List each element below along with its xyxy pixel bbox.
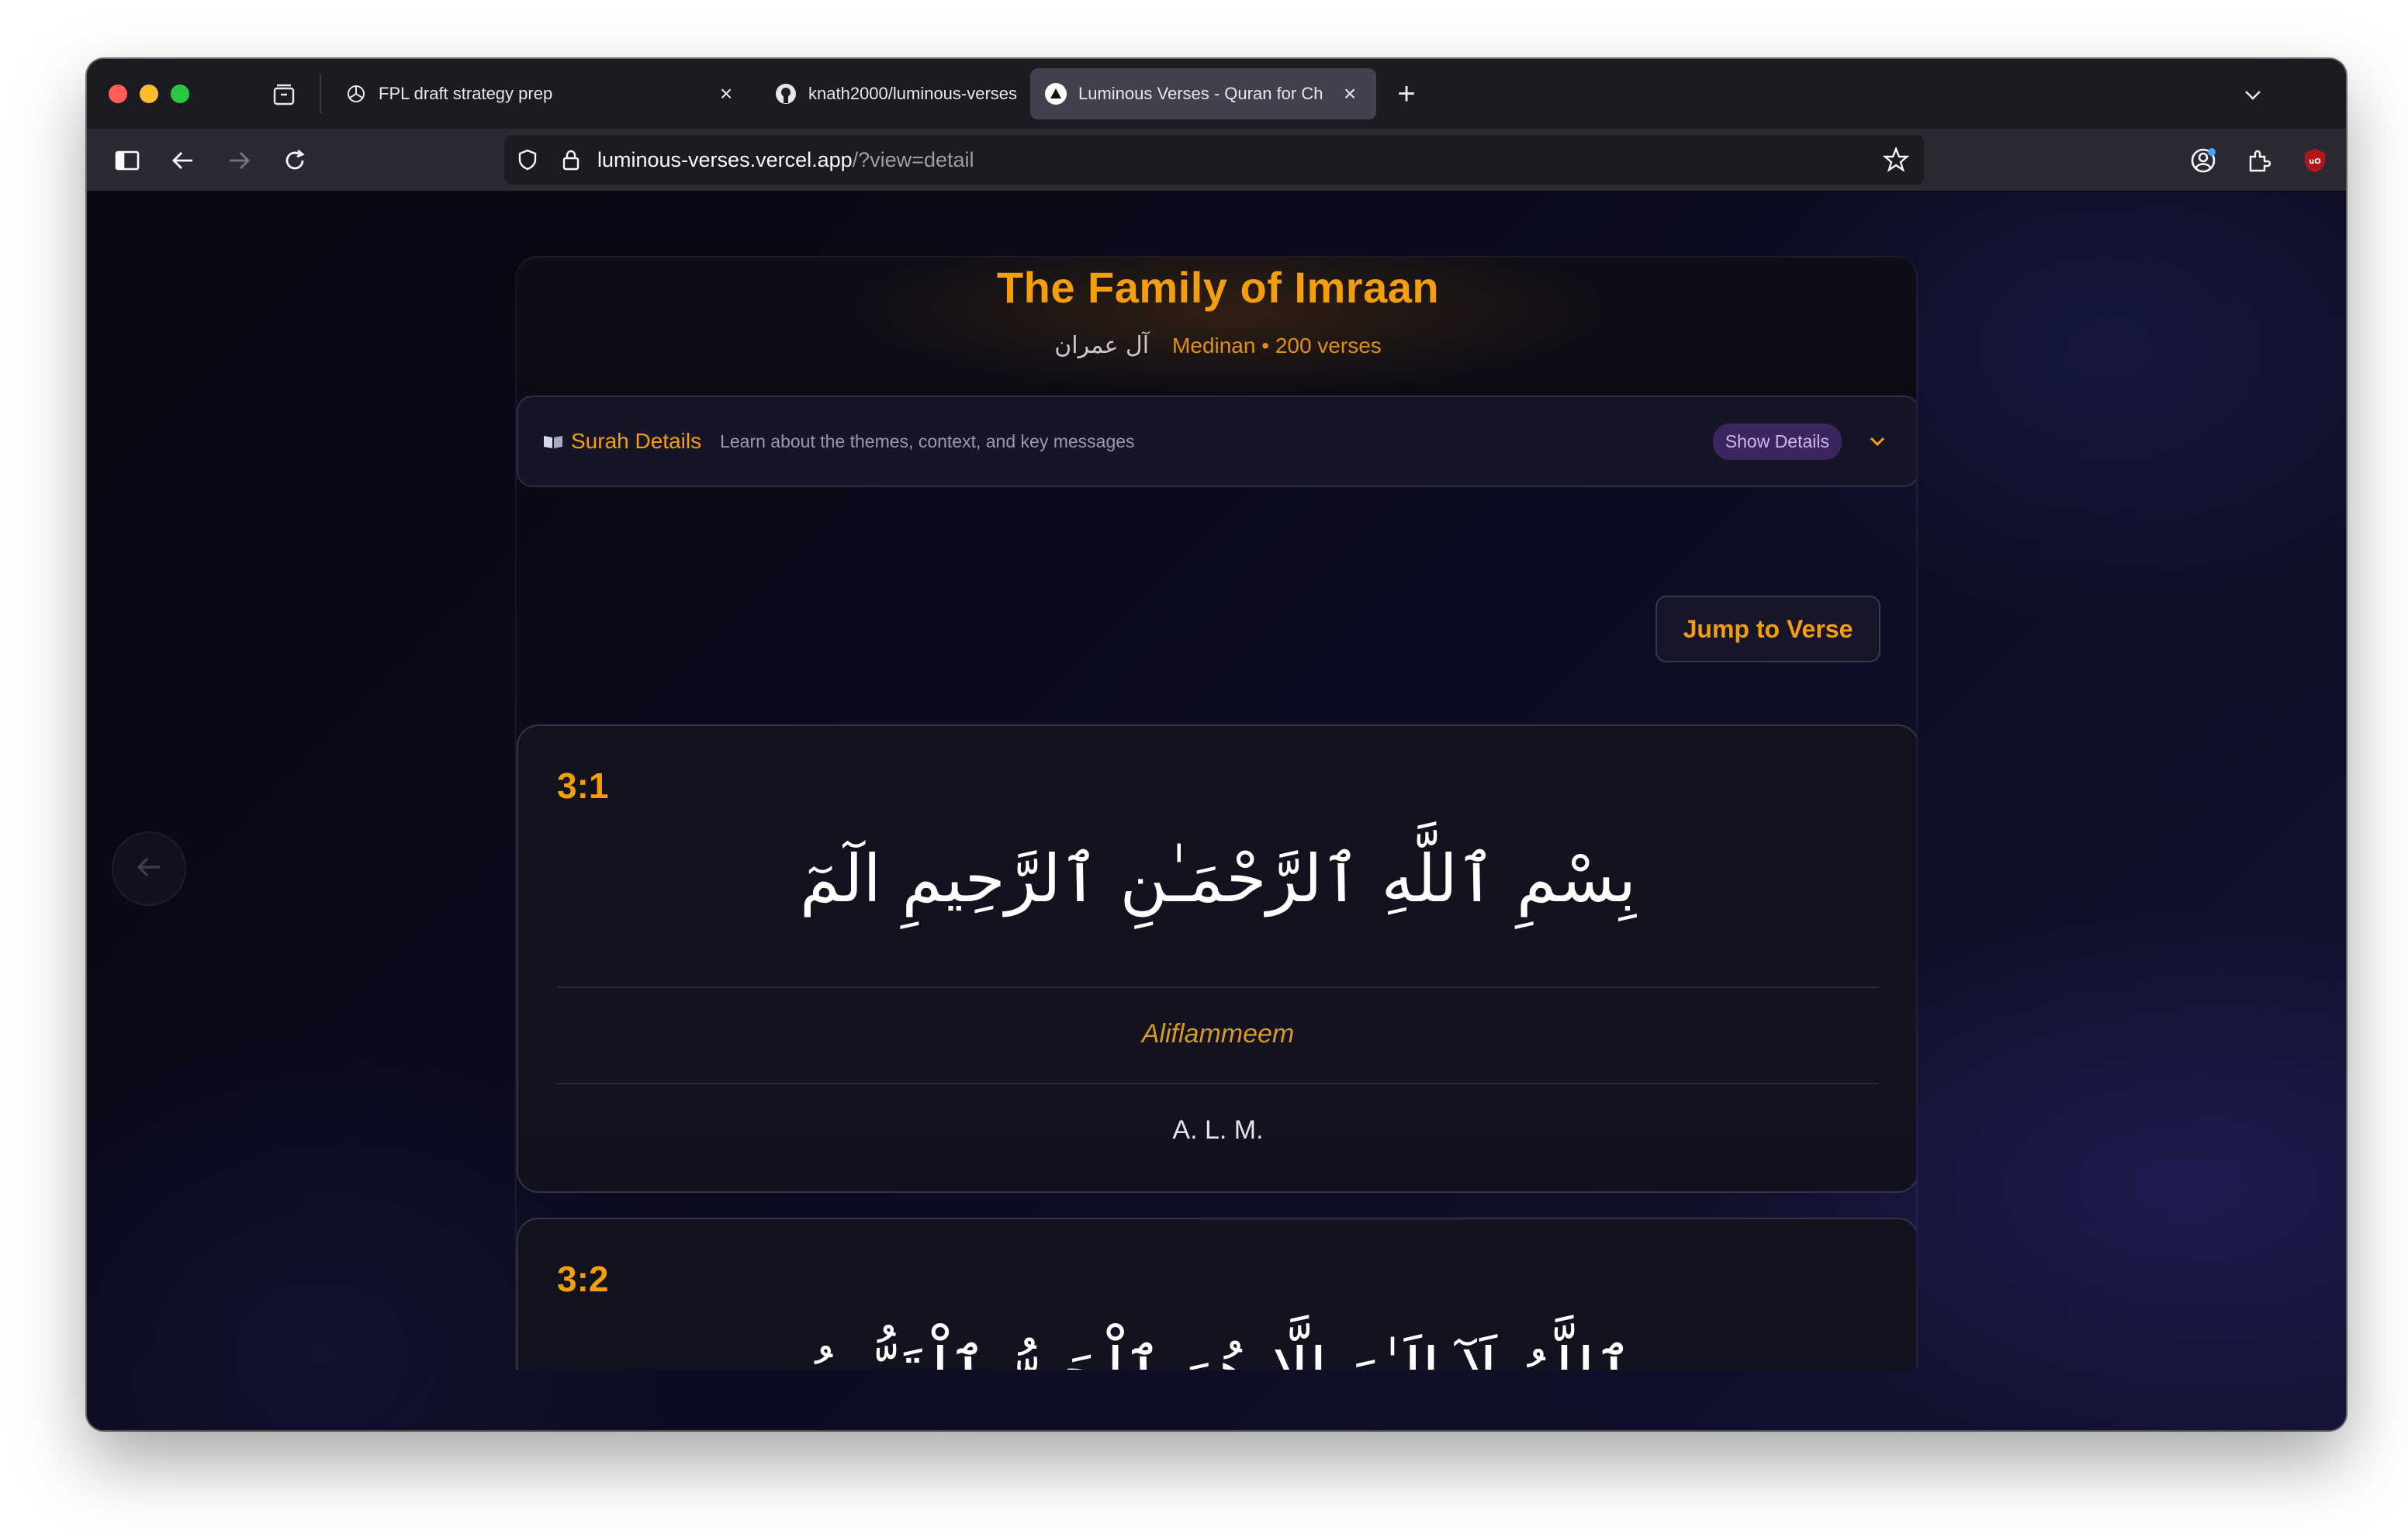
new-tab-button[interactable]: + [1389, 76, 1424, 112]
tab-title: knath2000/luminous-verses [808, 84, 1018, 103]
lock-icon[interactable] [555, 144, 586, 175]
verse-number: 3:2 [557, 1259, 609, 1299]
surah-title: The Family of Imraan [996, 263, 1440, 312]
tab-fpl[interactable]: FPL draft strategy prep × [329, 68, 752, 119]
reload-icon[interactable] [276, 142, 313, 179]
surah-arabic-name: آل عمران [1054, 332, 1150, 359]
forward-arrow-icon[interactable] [220, 142, 258, 179]
tab-overview-icon[interactable] [268, 79, 299, 110]
divider [557, 987, 1879, 988]
show-details-button[interactable]: Show Details [1712, 423, 1842, 460]
verse-number: 3:1 [557, 766, 609, 806]
bookmark-star-icon[interactable] [1880, 144, 1912, 175]
previous-surah-button[interactable] [112, 831, 186, 906]
shield-icon[interactable] [512, 144, 543, 175]
tab-title: Luminous Verses - Quran for Ch [1078, 84, 1323, 103]
surah-detail-column: The Family of Imraan آل عمران Medinan • … [515, 256, 1918, 1370]
address-bar[interactable]: luminous-verses.vercel.app/?view=detail [504, 135, 1924, 185]
extensions-icon[interactable] [2240, 142, 2278, 179]
tab-bar: FPL draft strategy prep × knath2000/lumi… [87, 59, 2346, 129]
url-host: luminous-verses.vercel.app [597, 147, 853, 171]
surah-subtitle: آل عمران Medinan • 200 verses [517, 332, 1916, 359]
verse-transliteration: Aliflammeem [1141, 1019, 1295, 1049]
account-icon[interactable] [2185, 142, 2222, 179]
verse-card: 3:2 ٱللَّهُ لَآ إِلَـٰهَ إِلَّا هُوَ ٱلْ… [517, 1218, 1916, 1370]
tab-separator [320, 74, 321, 113]
jump-to-verse-button[interactable]: Jump to Verse [1656, 596, 1880, 662]
window-controls [109, 85, 189, 103]
close-window-button[interactable] [109, 85, 127, 103]
surah-meta: Medinan • 200 verses [1172, 333, 1382, 358]
navigation-bar: luminous-verses.vercel.app/?view=detail … [87, 129, 2346, 192]
verse-translation: A. L. M. [1172, 1115, 1264, 1145]
surah-header: The Family of Imraan آل عمران Medinan • … [517, 256, 1916, 403]
vercel-icon [1044, 82, 1067, 105]
arrow-left-icon [132, 850, 166, 888]
tab-luminous-verses[interactable]: Luminous Verses - Quran for Ch × [1030, 68, 1376, 119]
url-text[interactable]: luminous-verses.vercel.app/?view=detail [597, 148, 974, 172]
open-book-icon [543, 434, 563, 449]
chevron-down-icon[interactable] [1862, 426, 1893, 457]
surah-details-panel[interactable]: Surah Details Learn about the themes, co… [517, 396, 1916, 487]
ublock-icon[interactable]: uO [2296, 142, 2334, 179]
divider [557, 1083, 1879, 1084]
back-arrow-icon[interactable] [164, 142, 202, 179]
openai-icon [344, 82, 368, 105]
verse-arabic-text: بِسْمِ ٱللَّهِ ٱلرَّحْمَـٰنِ ٱلرَّحِيمِ … [799, 841, 1637, 917]
svg-text:uO: uO [2309, 157, 2321, 166]
tab-close-icon[interactable]: × [715, 81, 737, 105]
url-path: /?view=detail [852, 147, 974, 171]
tab-close-icon[interactable]: × [1339, 81, 1361, 105]
maximize-window-button[interactable] [171, 85, 189, 103]
page-content: The Family of Imraan آل عمران Medinan • … [87, 192, 2346, 1430]
sidebar-toggle-icon[interactable] [109, 142, 146, 179]
minimize-window-button[interactable] [140, 85, 158, 103]
surah-details-title: Surah Details [571, 429, 702, 453]
github-icon [774, 82, 797, 105]
tab-title: FPL draft strategy prep [379, 84, 553, 103]
chevron-down-icon[interactable] [2237, 79, 2268, 110]
verse-card: 3:1 بِسْمِ ٱللَّهِ ٱلرَّحْمَـٰنِ ٱلرَّحِ… [517, 724, 1916, 1193]
surah-details-description: Learn about the themes, context, and key… [720, 430, 1135, 451]
browser-window: FPL draft strategy prep × knath2000/lumi… [87, 59, 2346, 1430]
verse-arabic-text: ٱللَّهُ لَآ إِلَـٰهَ إِلَّا هُوَ ٱلْحَىُ… [518, 1334, 1916, 1370]
